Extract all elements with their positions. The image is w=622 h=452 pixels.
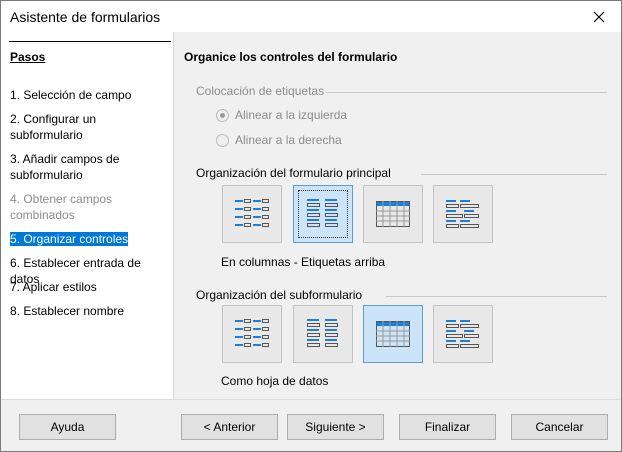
- divider: [326, 92, 607, 93]
- main-form-section: Organización del formulario principal: [196, 166, 391, 180]
- divider: [386, 296, 607, 297]
- close-button[interactable]: [577, 1, 621, 32]
- main-form-title: Organización del formulario principal: [196, 166, 391, 180]
- sub-layout-datasheet[interactable]: [363, 305, 423, 363]
- back-button[interactable]: < Anterior: [181, 414, 278, 440]
- datasheet-icon: [376, 321, 410, 347]
- page-title: Organice los controles del formulario: [184, 50, 398, 64]
- step-7[interactable]: 7. Aplicar estilos: [10, 279, 97, 295]
- steps-heading: Pasos: [10, 50, 46, 64]
- window-title: Asistente de formularios: [10, 9, 161, 25]
- subform-section: Organización del subformulario: [196, 288, 362, 302]
- sub-layout-columns-labels-left[interactable]: [222, 305, 282, 363]
- blocks-labels-above-icon: [446, 320, 479, 348]
- radio-dot: [216, 133, 229, 147]
- radio-dot: [216, 108, 229, 122]
- main-layout-caption: En columnas - Etiquetas arriba: [221, 255, 386, 269]
- columns-labels-left-icon: [235, 319, 269, 347]
- datasheet-icon: [376, 201, 410, 227]
- label-placement-title: Colocación de etiquetas: [196, 84, 325, 98]
- label-placement-section: Colocación de etiquetas: [196, 84, 324, 98]
- main-layout-columns-labels-left[interactable]: [222, 185, 282, 243]
- steps-sidebar: Pasos 1. Selección de campo 2. Configura…: [1, 32, 174, 399]
- align-right-label: Alinear a la derecha: [235, 133, 342, 147]
- cancel-button[interactable]: Cancelar: [511, 414, 608, 440]
- help-button[interactable]: Ayuda: [19, 414, 116, 440]
- step-2[interactable]: 2. Configurar un subformulario: [10, 111, 96, 143]
- step-8[interactable]: 8. Establecer nombre: [10, 303, 124, 319]
- main-layout-blocks-labels-above[interactable]: [433, 185, 493, 243]
- blocks-labels-above-icon: [446, 200, 479, 228]
- title-bar: Asistente de formularios: [1, 1, 621, 32]
- step-4: 4. Obtener campos combinados: [10, 192, 113, 222]
- sidebar-divider: [9, 41, 171, 42]
- align-right-radio[interactable]: Alinear a la derecha: [216, 133, 342, 147]
- step-5[interactable]: 5. Organizar controles: [10, 231, 129, 247]
- step-content: Organice los controles del formulario Co…: [174, 32, 621, 399]
- step-1[interactable]: 1. Selección de campo: [10, 87, 131, 103]
- step-3[interactable]: 3. Añadir campos de subformulario: [10, 151, 119, 183]
- next-button[interactable]: Siguiente >: [287, 414, 384, 440]
- form-wizard-dialog: Asistente de formularios Pasos 1. Selecc…: [0, 0, 622, 452]
- sub-layout-caption: Como hoja de datos: [221, 374, 329, 388]
- finish-button[interactable]: Finalizar: [399, 414, 496, 440]
- main-layout-columns-labels-top[interactable]: [293, 185, 353, 243]
- columns-labels-top-icon: [307, 319, 338, 347]
- align-left-label: Alinear a la izquierda: [235, 108, 348, 122]
- sub-layout-columns-labels-top[interactable]: [293, 305, 353, 363]
- button-bar: Ayuda < Anterior Siguiente > Finalizar C…: [1, 399, 621, 451]
- close-icon: [593, 11, 605, 22]
- divider: [421, 174, 607, 175]
- subform-title: Organización del subformulario: [196, 288, 363, 302]
- columns-labels-top-icon: [307, 199, 338, 227]
- sub-layout-blocks-labels-above[interactable]: [433, 305, 493, 363]
- main-layout-datasheet[interactable]: [363, 185, 423, 243]
- columns-labels-left-icon: [235, 199, 269, 227]
- align-left-radio[interactable]: Alinear a la izquierda: [216, 108, 347, 122]
